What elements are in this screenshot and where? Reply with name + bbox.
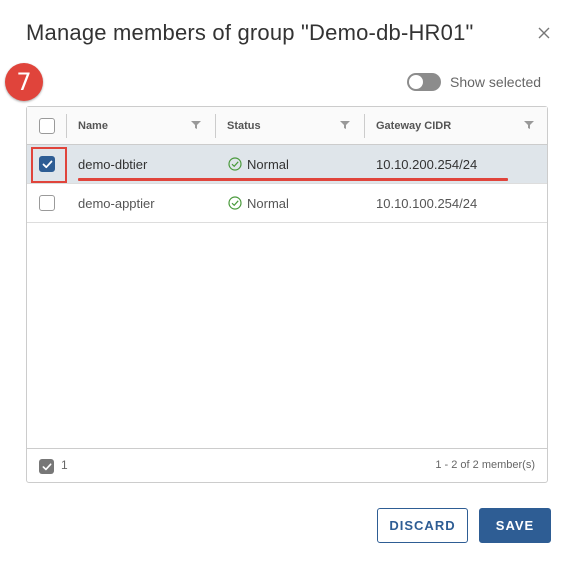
success-circle-icon [228, 157, 242, 171]
select-all-checkbox[interactable] [39, 117, 55, 134]
status-text: Normal [247, 195, 289, 211]
column-separator [215, 114, 216, 138]
toggle-knob [409, 75, 423, 89]
step-number-badge: 7 [5, 63, 43, 101]
grid-header: Name Status Gateway CIDR [27, 107, 547, 145]
annotation-highlight-box [31, 147, 67, 183]
members-grid: Name Status Gateway CIDR demo-dbtier Nor… [26, 106, 548, 483]
selected-count-checkbox-icon [39, 459, 54, 474]
annotation-underline [78, 178, 508, 181]
row-select-cell [39, 184, 55, 222]
filter-icon[interactable] [340, 120, 350, 130]
status-text: Normal [247, 156, 289, 172]
close-icon[interactable] [536, 25, 552, 41]
filter-icon[interactable] [524, 120, 534, 130]
selected-count: 1 [61, 458, 68, 472]
column-header-gateway-cidr[interactable]: Gateway CIDR [376, 107, 451, 144]
show-selected-toggle-group: Show selected [407, 73, 541, 91]
column-header-status[interactable]: Status [227, 107, 261, 144]
table-row[interactable]: demo-dbtier Normal 10.10.200.254/24 [27, 145, 547, 184]
save-button[interactable]: SAVE [479, 508, 551, 543]
dialog-title: Manage members of group "Demo-db-HR01" [26, 20, 474, 45]
pagination-range: 1 - 2 of 2 member(s) [435, 459, 535, 471]
success-circle-icon [228, 196, 242, 210]
column-separator [66, 114, 67, 138]
row-checkbox[interactable] [39, 195, 55, 211]
column-header-name[interactable]: Name [78, 107, 108, 144]
column-separator [364, 114, 365, 138]
select-all-cell [39, 107, 55, 144]
discard-button[interactable]: DISCARD [377, 508, 468, 543]
show-selected-toggle[interactable] [407, 73, 441, 91]
cell-gateway-cidr: 10.10.100.254/24 [376, 195, 478, 211]
cell-name: demo-apptier [78, 195, 155, 211]
grid-footer: 1 1 - 2 of 2 member(s) [27, 448, 547, 482]
table-row[interactable]: demo-apptier Normal 10.10.100.254/24 [27, 184, 547, 223]
show-selected-label: Show selected [450, 74, 542, 90]
cell-status: Normal [228, 184, 289, 222]
filter-icon[interactable] [191, 120, 201, 130]
checkmark-icon [42, 462, 51, 470]
